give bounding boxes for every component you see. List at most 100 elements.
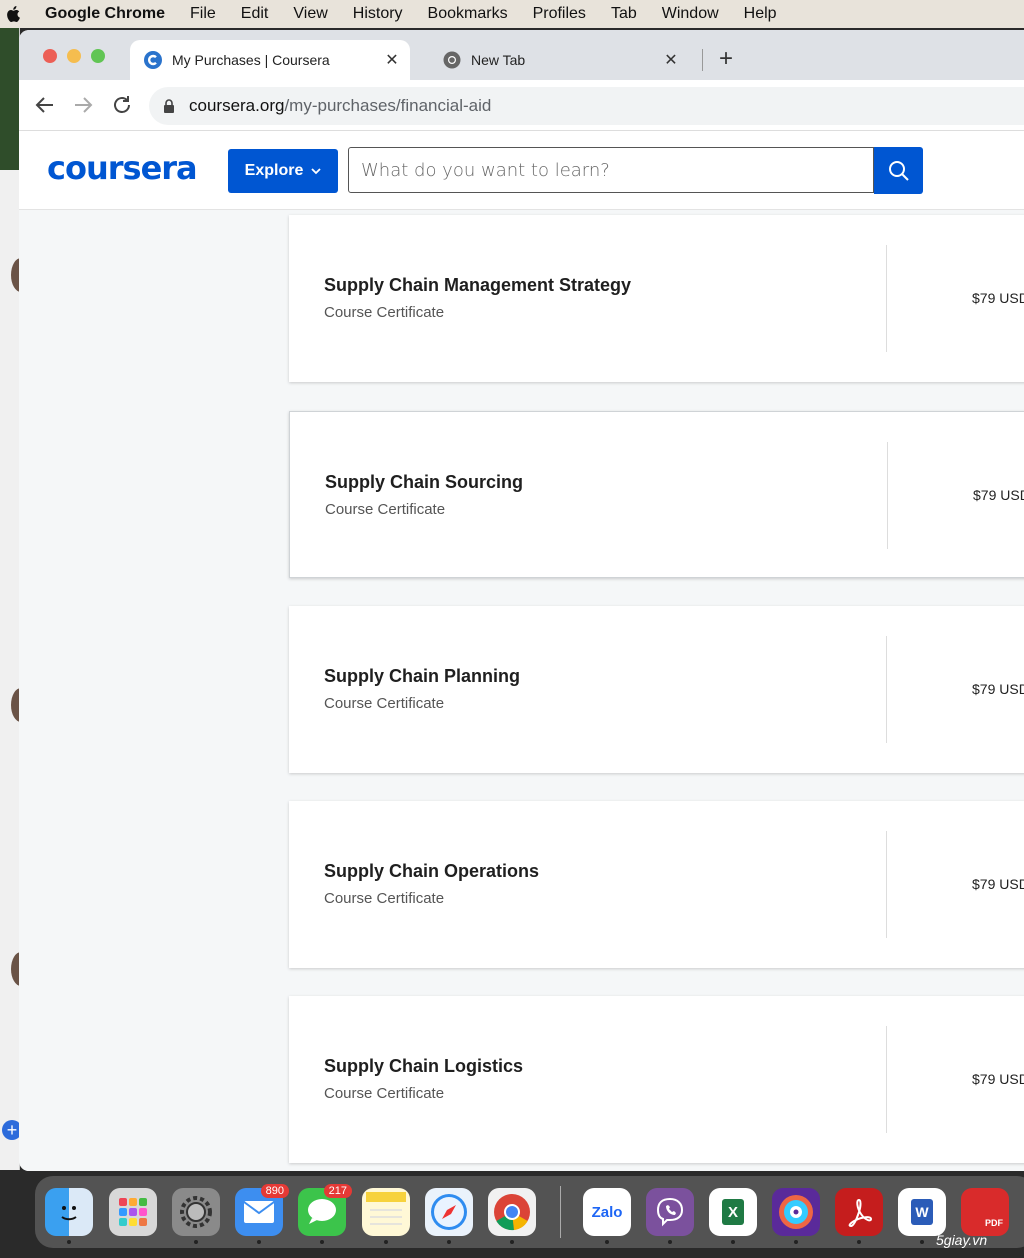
running-indicator bbox=[194, 1240, 198, 1244]
purchase-card[interactable]: Supply Chain Logistics Course Certificat… bbox=[289, 996, 1024, 1163]
running-indicator bbox=[384, 1240, 388, 1244]
search-button[interactable] bbox=[874, 147, 923, 194]
site-header: coursera Explore What do you want to lea… bbox=[19, 131, 1024, 210]
coursera-page: coursera Explore What do you want to lea… bbox=[19, 131, 1024, 1171]
purchase-title: Supply Chain Operations bbox=[324, 861, 540, 881]
purchase-price: $79 USD bbox=[972, 681, 1024, 697]
menu-app-name[interactable]: Google Chrome bbox=[45, 5, 165, 23]
card-divider bbox=[886, 636, 887, 743]
menu-history[interactable]: History bbox=[353, 5, 403, 23]
purchase-type: Course Certificate bbox=[325, 501, 446, 518]
pdf-app-icon[interactable]: PDF bbox=[961, 1188, 1009, 1236]
acrobat-icon[interactable] bbox=[835, 1188, 883, 1236]
launchpad-grid-icon bbox=[119, 1198, 147, 1226]
messages-unread-badge: 217 bbox=[323, 1184, 352, 1198]
tab-title: New Tab bbox=[471, 52, 526, 68]
running-indicator bbox=[67, 1240, 71, 1244]
running-indicator bbox=[447, 1240, 451, 1244]
zalo-label: Zalo bbox=[591, 1203, 623, 1221]
envelope-icon bbox=[243, 1201, 275, 1223]
explore-label: Explore bbox=[244, 162, 304, 179]
chrome-logo-icon bbox=[494, 1194, 530, 1231]
dock-separator bbox=[560, 1186, 561, 1238]
menu-window[interactable]: Window bbox=[662, 5, 719, 23]
purchase-type: Course Certificate bbox=[324, 890, 445, 907]
running-indicator bbox=[668, 1240, 672, 1244]
purchase-price: $79 USD bbox=[973, 487, 1024, 503]
explore-button[interactable]: Explore bbox=[228, 149, 338, 193]
browser-window: My Purchases | Coursera ✕ New Tab ✕ + co… bbox=[19, 30, 1024, 1171]
chevron-down-icon bbox=[311, 167, 321, 174]
acrobat-logo-icon bbox=[848, 1198, 873, 1227]
chrome-icon[interactable] bbox=[488, 1188, 536, 1236]
minimize-window-button[interactable] bbox=[67, 49, 81, 63]
purchase-price: $79 USD bbox=[972, 876, 1024, 892]
running-indicator bbox=[920, 1240, 924, 1244]
watermark: 5giay.vn bbox=[936, 1232, 988, 1248]
zoom-window-button[interactable] bbox=[91, 49, 105, 63]
system-preferences-icon[interactable] bbox=[172, 1188, 220, 1236]
close-window-button[interactable] bbox=[43, 49, 57, 63]
tab-separator bbox=[702, 49, 703, 71]
tab-new-tab[interactable]: New Tab ✕ bbox=[429, 40, 689, 80]
mail-icon[interactable]: 890 bbox=[235, 1184, 289, 1236]
apple-icon[interactable] bbox=[6, 6, 20, 22]
finder-face-icon bbox=[61, 1206, 77, 1221]
reload-icon[interactable] bbox=[110, 93, 134, 117]
music-app-icon[interactable] bbox=[772, 1188, 820, 1236]
word-icon[interactable]: W bbox=[898, 1188, 946, 1236]
messages-icon[interactable]: 217 bbox=[298, 1184, 352, 1236]
menu-profiles[interactable]: Profiles bbox=[533, 5, 586, 23]
mail-unread-badge: 890 bbox=[260, 1184, 289, 1198]
purchase-card[interactable]: Supply Chain Operations Course Certifica… bbox=[289, 801, 1024, 968]
menu-bookmarks[interactable]: Bookmarks bbox=[428, 5, 508, 23]
menu-edit[interactable]: Edit bbox=[241, 5, 269, 23]
url-host: coursera.org bbox=[189, 96, 285, 115]
close-tab-icon[interactable]: ✕ bbox=[659, 50, 683, 70]
purchase-card[interactable]: Supply Chain Sourcing Course Certificate… bbox=[289, 411, 1024, 578]
coursera-logo[interactable]: coursera bbox=[47, 149, 198, 187]
search-input[interactable]: What do you want to learn? bbox=[348, 147, 874, 193]
safari-icon[interactable] bbox=[425, 1188, 473, 1236]
purchase-card[interactable]: Supply Chain Management Strategy Course … bbox=[289, 215, 1024, 382]
macos-menubar: Google Chrome File Edit View History Boo… bbox=[0, 0, 1024, 28]
running-indicator bbox=[320, 1240, 324, 1244]
purchase-price: $79 USD bbox=[972, 290, 1024, 306]
purchase-card[interactable]: Supply Chain Planning Course Certificate… bbox=[289, 606, 1024, 773]
notes-icon[interactable] bbox=[362, 1188, 410, 1236]
zalo-icon[interactable]: Zalo bbox=[583, 1188, 631, 1236]
new-tab-button[interactable]: + bbox=[719, 46, 733, 72]
card-divider bbox=[886, 1026, 887, 1133]
speech-bubble-icon bbox=[308, 1199, 336, 1224]
tab-my-purchases[interactable]: My Purchases | Coursera ✕ bbox=[130, 40, 410, 80]
tab-strip: My Purchases | Coursera ✕ New Tab ✕ + bbox=[19, 30, 1024, 80]
viber-icon[interactable] bbox=[646, 1188, 694, 1236]
purchase-price: $79 USD bbox=[972, 1071, 1024, 1087]
finder-icon[interactable] bbox=[45, 1188, 93, 1236]
purchase-title: Supply Chain Sourcing bbox=[325, 472, 524, 492]
card-divider bbox=[886, 831, 887, 938]
menu-view[interactable]: View bbox=[293, 5, 327, 23]
url-path: /my-purchases/financial-aid bbox=[284, 96, 492, 115]
running-indicator bbox=[605, 1240, 609, 1244]
pdf-label: PDF bbox=[985, 1218, 1003, 1228]
address-bar[interactable]: coursera.org/my-purchases/financial-aid bbox=[149, 87, 1024, 125]
excel-icon[interactable]: X bbox=[709, 1188, 757, 1236]
menu-file[interactable]: File bbox=[190, 5, 216, 23]
excel-label: X bbox=[722, 1199, 744, 1225]
gear-icon bbox=[180, 1196, 212, 1228]
close-tab-icon[interactable]: ✕ bbox=[380, 50, 404, 70]
compass-icon bbox=[431, 1194, 467, 1230]
menu-help[interactable]: Help bbox=[744, 5, 777, 23]
back-arrow-icon[interactable] bbox=[33, 93, 57, 117]
lock-icon[interactable] bbox=[163, 99, 175, 113]
launchpad-icon[interactable] bbox=[109, 1188, 157, 1236]
tab-title: My Purchases | Coursera bbox=[172, 52, 330, 68]
background-window-header bbox=[0, 28, 19, 170]
browser-toolbar: coursera.org/my-purchases/financial-aid bbox=[19, 80, 1024, 131]
forward-arrow-icon[interactable] bbox=[71, 93, 95, 117]
running-indicator bbox=[510, 1240, 514, 1244]
card-divider bbox=[886, 245, 887, 352]
purchase-type: Course Certificate bbox=[324, 695, 445, 712]
menu-tab[interactable]: Tab bbox=[611, 5, 637, 23]
